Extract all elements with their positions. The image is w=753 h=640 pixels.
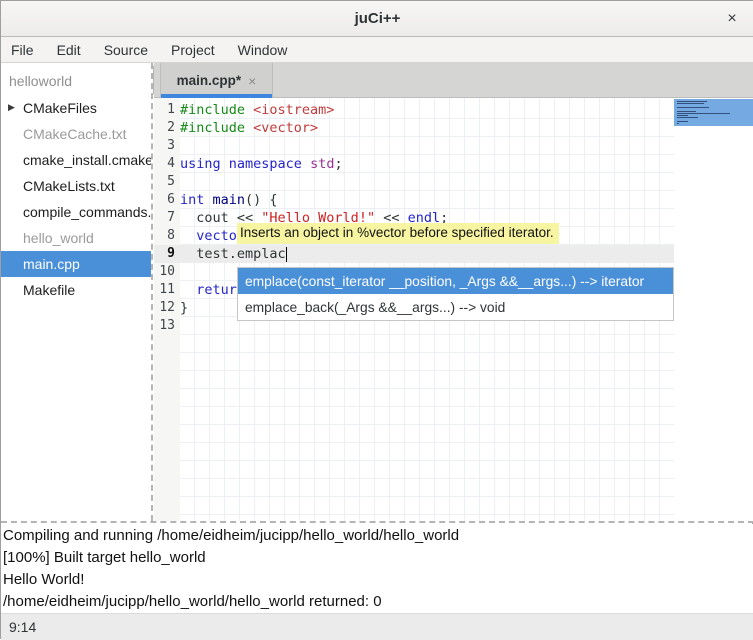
code-line[interactable]: 5 [154,173,674,191]
file-tree-item-cmakefiles[interactable]: ▶ CMakeFiles [1,95,151,121]
line-number: 2 [154,119,180,137]
completion-popup: emplace(const_iterator __position, _Args… [237,267,674,321]
code-line[interactable]: 6int main() { [154,191,674,209]
minimap-line [677,113,730,114]
file-tree-item-cmake-install-cmake[interactable]: cmake_install.cmake [1,147,151,173]
title-bar: juCi++ × [1,1,753,37]
source-editor[interactable]: 1#include <iostream>2#include <vector>34… [154,98,753,521]
project-root-label[interactable]: helloworld [1,63,151,95]
tab-close-icon[interactable]: × [248,73,256,89]
code-text: #include <vector> [180,119,674,137]
menu-project[interactable]: Project [171,39,225,61]
file-name: Makefile [23,282,75,298]
output-line: [100%] Built target hello_world [3,547,753,569]
file-tree-item-makefile[interactable]: Makefile [1,277,151,303]
code-text [180,173,674,191]
doc-tooltip-text: Inserts an object in %vector before spec… [240,225,554,240]
menu-file[interactable]: File [11,39,44,61]
minimap-line [677,115,688,116]
completion-item[interactable]: emplace_back(_Args &&__args...) --> void [238,294,673,320]
minimap[interactable] [674,98,753,521]
output-line: Compiling and running /home/eidheim/juci… [3,525,753,547]
completion-item[interactable]: emplace(const_iterator __position, _Args… [238,268,673,294]
doc-tooltip: Inserts an object in %vector before spec… [237,223,559,244]
file-name: CMakeCache.txt [23,126,126,142]
file-tree-item-cmakecache-txt[interactable]: CMakeCache.txt [1,121,151,147]
text-cursor [286,247,287,262]
line-number: 1 [154,101,180,119]
file-tree: helloworld ▶ CMakeFiles CMakeCache.txt cmak… [1,63,151,521]
status-bar: 9:14 [1,613,753,640]
file-name: compile_commands.json [23,204,151,220]
line-number: 5 [154,173,180,191]
file-name: cmake_install.cmake [23,152,151,168]
output-line: Hello World! [3,569,753,591]
code-line[interactable]: 4using namespace std; [154,155,674,173]
line-number: 12 [154,299,180,317]
line-number: 9 [154,245,180,263]
minimap-line [677,103,704,104]
menu-window[interactable]: Window [238,39,298,61]
menu-bar: File Edit Source Project Window [1,37,753,63]
menu-edit[interactable]: Edit [57,39,91,61]
minimap-viewport[interactable] [674,99,753,126]
build-output-panel: Compiling and running /home/eidheim/juci… [1,524,753,613]
file-name: main.cpp [23,256,80,272]
line-number: 4 [154,155,180,173]
tab-main-cpp[interactable]: main.cpp* × [160,63,273,98]
line-number: 3 [154,137,180,155]
minimap-line [677,117,698,118]
line-number: 6 [154,191,180,209]
cursor-position: 9:14 [9,619,36,635]
jucipp-window: { "window": { "title": "juCi++", "close_… [0,0,753,639]
window-title: juCi++ [355,10,401,27]
line-number: 11 [154,281,180,299]
tab-label: main.cpp* [177,73,242,88]
pane-separator-vertical[interactable] [151,63,153,521]
code-line[interactable]: 2#include <vector> [154,119,674,137]
code-line[interactable]: 9 test.emplac [154,245,674,263]
file-tree-item-main-cpp[interactable]: main.cpp [1,251,151,277]
code-text: test.emplac [180,245,674,263]
close-icon[interactable]: × [722,9,742,29]
minimap-line [677,111,696,112]
code-line[interactable]: 3 [154,137,674,155]
line-number: 7 [154,209,180,227]
main-area: helloworld ▶ CMakeFiles CMakeCache.txt cmak… [1,63,753,521]
tab-bar: main.cpp* × [154,63,753,98]
code-text [180,137,674,155]
file-tree-item-compile-commands-json[interactable]: compile_commands.json [1,199,151,225]
expander-icon[interactable]: ▶ [8,102,15,113]
file-name: CMakeFiles [23,100,97,116]
file-tree-item-hello-world[interactable]: hello_world [1,225,151,251]
minimap-line [677,101,707,102]
line-number: 8 [154,227,180,245]
minimap-line [677,107,709,108]
code-text: int main() { [180,191,674,209]
file-tree-item-cmakelists-txt[interactable]: CMakeLists.txt [1,173,151,199]
menu-source[interactable]: Source [104,39,158,61]
code-text: using namespace std; [180,155,674,173]
file-name: hello_world [23,230,94,246]
code-line[interactable]: 1#include <iostream> [154,101,674,119]
file-name: CMakeLists.txt [23,178,115,194]
editor-pane: main.cpp* × 1#include <iostream>2#includ… [154,63,753,521]
line-number: 10 [154,263,180,281]
minimap-line [677,123,679,124]
line-number: 13 [154,317,180,335]
code-text: #include <iostream> [180,101,674,119]
minimap-line [677,121,688,122]
output-line: /home/eidheim/jucipp/hello_world/hello_w… [3,591,753,613]
